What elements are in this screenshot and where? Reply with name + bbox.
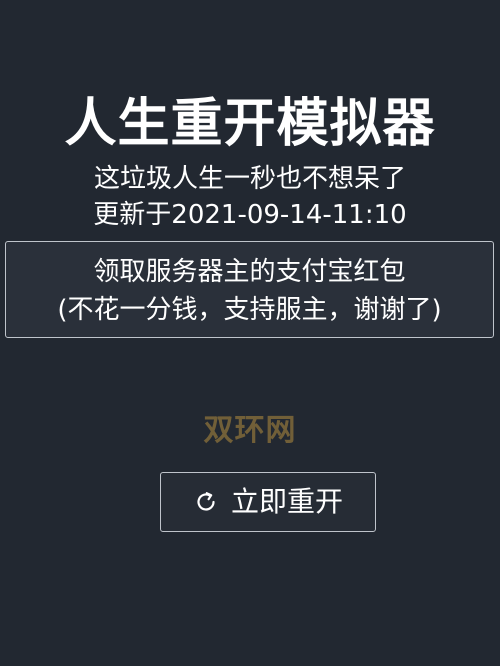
refresh-icon <box>193 489 219 515</box>
redpacket-label: 领取服务器主的支付宝红包 <box>93 257 406 287</box>
watermark-logo: 双环网 <box>203 413 297 448</box>
redpacket-note: (不花一分钱，支持服主，谢谢了) <box>57 295 442 325</box>
restart-button[interactable]: 立即重开 <box>160 472 376 532</box>
update-timestamp: 更新于2021-09-14-11:10 <box>93 200 407 230</box>
restart-label: 立即重开 <box>230 485 343 518</box>
page-subtitle: 这垃圾人生一秒也不想呆了 <box>93 164 406 194</box>
page-title: 人生重开模拟器 <box>64 94 436 154</box>
redpacket-button[interactable]: 领取服务器主的支付宝红包 (不花一分钱，支持服主，谢谢了) <box>5 241 494 338</box>
